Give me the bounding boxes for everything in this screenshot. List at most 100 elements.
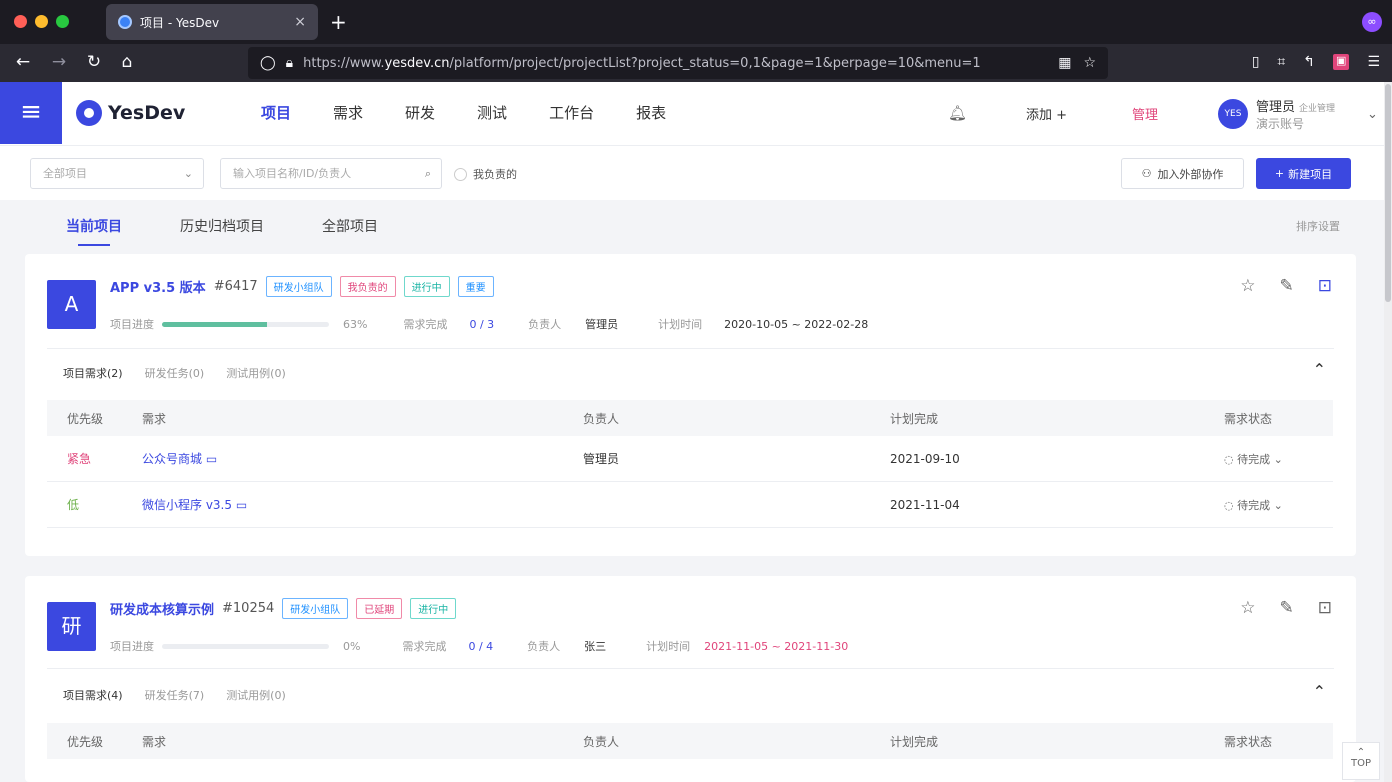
scroll-to-top-button[interactable]: ⌃ TOP: [1342, 742, 1380, 780]
search-input[interactable]: 输入项目名称/ID/负责人 ⌕: [220, 158, 442, 189]
page-scrollbar[interactable]: [1384, 82, 1392, 782]
tab-close-icon[interactable]: ×: [294, 14, 306, 30]
project-badge: A: [47, 280, 96, 329]
private-mask-icon[interactable]: ∞: [1362, 12, 1382, 32]
bell-icon[interactable]: 🔔︎: [948, 104, 967, 122]
tag-delayed: 已延期: [356, 598, 403, 619]
lock-icon[interactable]: 🔒︎: [286, 55, 293, 71]
divider: [47, 348, 1334, 349]
row-status-dropdown[interactable]: ◌ 待完成 ⌄: [1224, 451, 1333, 467]
admin-link[interactable]: 管理: [1132, 104, 1158, 123]
new-project-button[interactable]: + 新建项目: [1256, 158, 1351, 189]
overflow-menu-icon[interactable]: ☰: [1367, 54, 1380, 70]
project-code: #6417: [213, 279, 258, 294]
requirement-value: 0 / 4: [468, 639, 494, 653]
row-title[interactable]: 微信小程序 v3.5 ▭: [142, 496, 583, 513]
minimize-window-button[interactable]: [35, 15, 48, 28]
requirement-value: 0 / 3: [469, 317, 495, 331]
project-card: 研 研发成本核算示例 #10254 研发小组队 已延期 进行中 项目进度 0% …: [25, 576, 1356, 782]
close-window-button[interactable]: [14, 15, 27, 28]
owner-value: 管理员: [585, 318, 619, 331]
table-row[interactable]: 紧急 公众号商城 ▭ 管理员 2021-09-10 ◌ 待完成 ⌄: [47, 436, 1333, 482]
chevron-up-icon: ⌃: [1356, 747, 1366, 758]
extension-icon[interactable]: ▣: [1333, 54, 1350, 70]
edit-icon[interactable]: ✎: [1280, 598, 1294, 618]
forward-icon[interactable]: →: [48, 52, 70, 72]
col-requirement: 需求: [142, 411, 167, 426]
row-title[interactable]: 公众号商城 ▭: [142, 450, 583, 467]
menu-icon[interactable]: ≡: [0, 82, 62, 144]
tab-test-cases[interactable]: 测试用例(0): [226, 365, 286, 381]
star-icon[interactable]: ☆: [1240, 276, 1255, 296]
tab-current-projects[interactable]: 当前项目: [66, 216, 122, 246]
edit-icon[interactable]: ✎: [1280, 276, 1294, 296]
sort-settings-link[interactable]: 排序设置: [1296, 218, 1340, 234]
project-filter-select[interactable]: 全部项目 ⌄: [30, 158, 204, 189]
chevron-down-icon[interactable]: ⌄: [1367, 107, 1378, 122]
archive-icon[interactable]: ⊡: [1318, 276, 1332, 296]
star-icon[interactable]: ☆: [1240, 598, 1255, 618]
browser-tab[interactable]: 项目 - YesDev ×: [106, 4, 318, 40]
archive-icon[interactable]: ⊡: [1318, 598, 1332, 618]
table-row[interactable]: 低 微信小程序 v3.5 ▭ 2021-11-04 ◌ 待完成 ⌄: [47, 482, 1333, 528]
nav-item-report[interactable]: 报表: [615, 82, 687, 144]
nav-item-dev[interactable]: 研发: [384, 82, 456, 144]
sidebar-icon[interactable]: ▯: [1252, 54, 1260, 70]
logo[interactable]: YesDev: [76, 100, 185, 126]
tab-requirements[interactable]: 项目需求(4): [63, 687, 123, 703]
row-due: 2021-11-04: [890, 497, 960, 512]
owner-value: 张三: [584, 640, 607, 653]
share-icon[interactable]: ↰: [1303, 54, 1315, 70]
reload-icon[interactable]: ↻: [83, 52, 105, 72]
project-title-row: APP v3.5 版本 #6417 研发小组队 我负责的 进行中 重要: [110, 276, 494, 297]
progress-label: 项目进度: [110, 318, 154, 331]
plan-label: 计划时间: [646, 640, 691, 653]
row-status: 待完成: [1237, 498, 1271, 512]
project-badge: 研: [47, 602, 96, 651]
owner-label: 负责人: [528, 318, 562, 331]
crop-icon[interactable]: ⌗: [1277, 54, 1285, 70]
user-account: 演示账号: [1256, 117, 1305, 131]
tab-archived-projects[interactable]: 历史归档项目: [180, 216, 264, 244]
tab-dev-tasks[interactable]: 研发任务(7): [145, 687, 205, 703]
project-name[interactable]: APP v3.5 版本: [110, 277, 206, 296]
collapse-icon[interactable]: ⌃: [1313, 682, 1326, 701]
nav-item-test[interactable]: 测试: [456, 82, 528, 144]
tab-test-cases[interactable]: 测试用例(0): [226, 687, 286, 703]
join-external-button[interactable]: ⚇ 加入外部协作: [1121, 158, 1244, 189]
window-controls: [14, 15, 69, 28]
join-button-label: 加入外部协作: [1157, 167, 1224, 181]
shield-icon[interactable]: ◯: [260, 55, 276, 71]
select-placeholder: 全部项目: [43, 167, 87, 180]
radio-circle[interactable]: [454, 167, 467, 181]
search-icon[interactable]: ⌕: [425, 159, 431, 188]
new-tab-button[interactable]: +: [330, 10, 347, 34]
address-bar[interactable]: ◯ 🔒︎ https://www.yesdev.cn/platform/proj…: [248, 47, 1108, 79]
user-menu[interactable]: YES 管理员 企业管理 演示账号 ⌄: [1218, 96, 1378, 132]
table-header: 优先级 需求 负责人 计划完成 需求状态: [47, 723, 1333, 759]
avatar: YES: [1218, 99, 1248, 129]
back-icon[interactable]: ←: [12, 52, 34, 72]
project-name[interactable]: 研发成本核算示例: [110, 599, 214, 618]
maximize-window-button[interactable]: [56, 15, 69, 28]
nav-item-workbench[interactable]: 工作台: [528, 82, 615, 144]
tab-dev-tasks[interactable]: 研发任务(0): [145, 365, 205, 381]
tab-requirements[interactable]: 项目需求(2): [63, 365, 123, 381]
nav-item-requirement[interactable]: 需求: [312, 82, 384, 144]
home-icon[interactable]: ⌂: [116, 52, 138, 72]
logo-text: YesDev: [108, 102, 186, 124]
url-text[interactable]: https://www.yesdev.cn/platform/project/p…: [303, 56, 1046, 71]
new-button-label: 新建项目: [1288, 167, 1333, 181]
scrollbar-thumb[interactable]: [1385, 84, 1391, 302]
bookmark-star-icon[interactable]: ☆: [1083, 55, 1096, 71]
col-owner: 负责人: [583, 734, 620, 749]
tab-all-projects[interactable]: 全部项目: [322, 216, 378, 244]
row-status-dropdown[interactable]: ◌ 待完成 ⌄: [1224, 497, 1333, 513]
my-responsible-radio[interactable]: 我负责的: [454, 166, 517, 182]
nav-item-project[interactable]: 项目: [240, 82, 312, 144]
tag-in-progress: 进行中: [410, 598, 457, 619]
qr-code-icon[interactable]: ▦: [1058, 55, 1071, 71]
add-button[interactable]: 添加 +: [1026, 104, 1067, 123]
col-due: 计划完成: [890, 411, 939, 426]
collapse-icon[interactable]: ⌃: [1313, 360, 1326, 379]
